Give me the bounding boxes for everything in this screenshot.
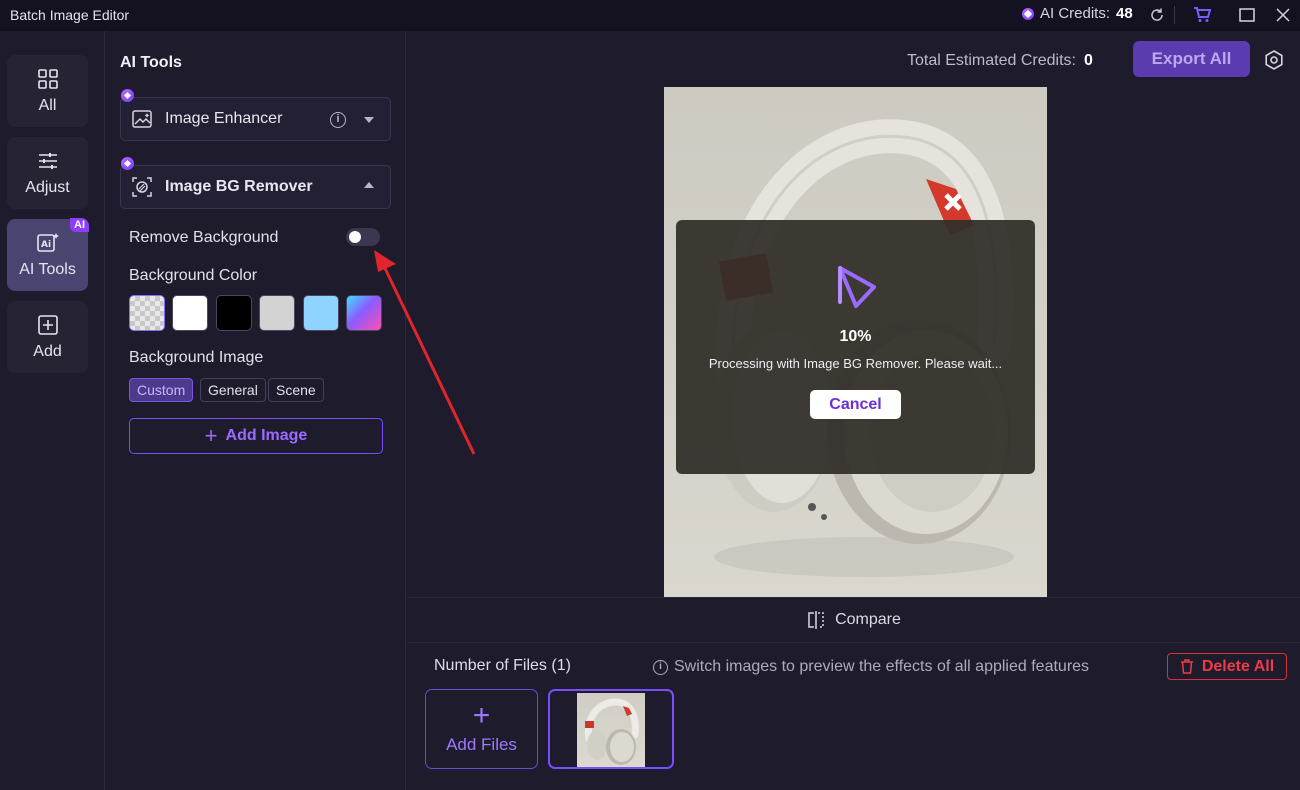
left-nav-rail: All Adjust AI Ai AI Tools Add — [0, 31, 105, 790]
nav-all[interactable]: All — [7, 55, 88, 127]
nav-add-label: Add — [33, 343, 62, 360]
delete-all-label: Delete All — [1201, 657, 1275, 675]
credits-value: 48 — [1116, 5, 1133, 22]
add-image-label: Add Image — [225, 427, 308, 444]
title-bar: Batch Image Editor AI Credits: 48 — [0, 0, 1300, 31]
settings-gear-icon[interactable] — [1263, 49, 1285, 71]
swatch-gray[interactable] — [259, 295, 295, 331]
chevron-down-icon[interactable] — [364, 117, 374, 123]
panel-heading: AI Tools — [120, 54, 182, 71]
swatch-white[interactable] — [172, 295, 208, 331]
compare-icon — [806, 610, 826, 630]
file-thumbnail[interactable] — [548, 689, 674, 769]
bg-image-tab-general[interactable]: General — [200, 378, 266, 402]
credits-label: AI Credits: — [1040, 5, 1111, 22]
swatch-gradient[interactable] — [346, 295, 382, 331]
processing-message: Processing with Image BG Remover. Please… — [708, 356, 1003, 371]
window-title: Batch Image Editor — [10, 7, 130, 23]
export-all-button[interactable]: Export All — [1133, 41, 1250, 77]
toggle-knob — [349, 231, 361, 243]
compare-label: Compare — [835, 611, 901, 628]
app-logo-icon — [826, 258, 884, 316]
premium-diamond-icon — [121, 157, 134, 170]
file-count: Number of Files (1) — [434, 657, 571, 674]
info-icon: i — [653, 659, 668, 675]
processing-dialog: 10% Processing with Image BG Remover. Pl… — [676, 220, 1035, 474]
maximize-icon[interactable] — [1236, 4, 1258, 26]
plus-icon: + — [204, 423, 218, 448]
swatch-black[interactable] — [216, 295, 252, 331]
bg-image-tab-custom[interactable]: Custom — [129, 378, 194, 402]
sliders-icon — [36, 149, 60, 173]
swatch-light-blue[interactable] — [303, 295, 339, 331]
close-icon[interactable] — [1272, 4, 1294, 26]
add-image-button[interactable]: + Add Image — [129, 418, 383, 454]
nav-adjust[interactable]: Adjust — [7, 137, 88, 209]
cancel-button[interactable]: Cancel — [810, 390, 901, 419]
ai-icon: Ai — [36, 231, 60, 255]
est-label: Total Estimated Credits: — [907, 52, 1076, 69]
compare-button[interactable]: Compare — [407, 597, 1300, 643]
remove-background-toggle[interactable] — [346, 228, 380, 246]
files-strip: Number of Files (1) i Switch images to p… — [407, 643, 1300, 790]
svg-text:Ai: Ai — [41, 240, 51, 250]
ai-badge: AI — [70, 218, 89, 232]
image-enhancer-label: Image Enhancer — [165, 110, 283, 127]
est-value: 0 — [1083, 52, 1093, 69]
background-color-label: Background Color — [129, 267, 258, 284]
ai-credits: AI Credits: 48 — [1022, 5, 1133, 22]
add-files-label: Add Files — [446, 735, 517, 754]
thumbnail-image — [577, 693, 645, 767]
batch-image-editor-window: Batch Image Editor AI Credits: 48 All Ad… — [0, 0, 1300, 790]
plus-square-icon — [36, 313, 60, 337]
image-bg-remover-label: Image BG Remover — [165, 178, 313, 195]
bg-remover-icon — [131, 176, 153, 198]
background-image-label: Background Image — [129, 349, 264, 366]
progress-percent: 10% — [839, 328, 872, 345]
delete-all-button[interactable]: Delete All — [1167, 653, 1287, 680]
grid-icon — [36, 67, 60, 91]
nav-ai-tools-label: AI Tools — [19, 261, 76, 278]
image-bg-remover-tool[interactable]: Image BG Remover — [120, 157, 391, 209]
ai-tools-panel: AI Tools Image Enhancer i Image BG Remov… — [106, 31, 406, 790]
info-icon[interactable]: i — [330, 112, 346, 128]
switch-images-hint: i Switch images to preview the effects o… — [653, 658, 1089, 676]
refresh-icon[interactable] — [1146, 4, 1168, 26]
nav-adjust-label: Adjust — [25, 179, 70, 196]
nav-all-label: All — [38, 97, 57, 114]
enhancer-icon — [131, 108, 153, 130]
premium-diamond-icon — [121, 89, 134, 102]
total-estimated-credits: Total Estimated Credits: 0 — [907, 52, 1093, 70]
plus-icon: + — [472, 699, 491, 732]
nav-add[interactable]: Add — [7, 301, 88, 373]
hint-text: Switch images to preview the effects of … — [674, 658, 1090, 675]
remove-background-label: Remove Background — [129, 229, 279, 246]
cart-icon[interactable] — [1191, 4, 1213, 26]
add-files-button[interactable]: + Add Files — [425, 689, 538, 769]
swatch-transparent[interactable] — [129, 295, 165, 331]
bg-image-tab-scene[interactable]: Scene — [268, 378, 324, 402]
credits-diamond-icon — [1022, 7, 1034, 20]
titlebar-divider — [1174, 6, 1175, 24]
nav-ai-tools[interactable]: AI Ai AI Tools — [7, 218, 89, 291]
chevron-up-icon[interactable] — [364, 182, 374, 188]
trash-icon — [1180, 659, 1194, 674]
image-enhancer-tool[interactable]: Image Enhancer i — [120, 89, 391, 141]
